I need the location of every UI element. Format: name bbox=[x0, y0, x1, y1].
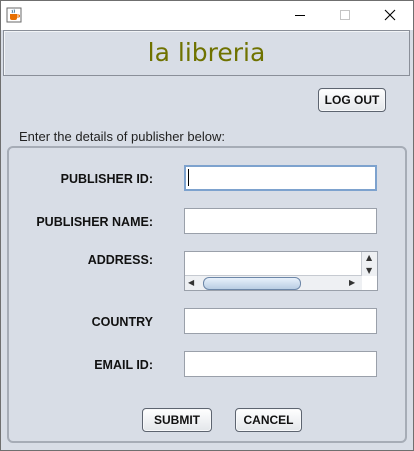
submit-button[interactable]: SUBMIT bbox=[142, 408, 212, 432]
publisher-id-input[interactable] bbox=[184, 165, 377, 191]
title-bar bbox=[1, 1, 413, 30]
address-vertical-scrollbar[interactable]: ▲ ▼ bbox=[361, 252, 377, 276]
java-cup-icon bbox=[6, 7, 22, 23]
scroll-up-icon[interactable]: ▲ bbox=[366, 254, 372, 262]
app-title: la libreria bbox=[147, 38, 266, 67]
text-caret bbox=[188, 169, 189, 186]
email-id-label: EMAIL ID: bbox=[94, 358, 153, 372]
address-textarea[interactable]: ▲ ▼ ◀ ▶ bbox=[184, 251, 378, 291]
publisher-name-input[interactable] bbox=[184, 208, 377, 234]
form-instructions: Enter the details of publisher below: bbox=[19, 129, 225, 144]
app-header: la libreria bbox=[3, 30, 410, 76]
publisher-id-label: PUBLISHER ID: bbox=[60, 172, 153, 186]
scroll-right-icon[interactable]: ▶ bbox=[349, 279, 355, 287]
country-label: COUNTRY bbox=[91, 315, 153, 329]
close-icon bbox=[384, 6, 396, 25]
scroll-thumb[interactable] bbox=[203, 277, 301, 290]
address-label: ADDRESS: bbox=[87, 253, 153, 267]
country-input[interactable] bbox=[184, 308, 377, 334]
minimize-button[interactable] bbox=[277, 1, 322, 30]
minimize-icon bbox=[294, 6, 306, 25]
maximize-icon bbox=[339, 6, 351, 25]
app-window: la libreria LOG OUT Enter the details of… bbox=[0, 0, 414, 451]
close-button[interactable] bbox=[367, 1, 412, 30]
cancel-button[interactable]: CANCEL bbox=[235, 408, 302, 432]
logout-button[interactable]: LOG OUT bbox=[318, 88, 386, 112]
scroll-left-icon[interactable]: ◀ bbox=[188, 279, 194, 287]
scroll-down-icon[interactable]: ▼ bbox=[366, 267, 372, 275]
email-id-input[interactable] bbox=[184, 351, 377, 377]
maximize-button[interactable] bbox=[322, 1, 367, 30]
address-horizontal-scrollbar[interactable]: ◀ ▶ bbox=[185, 275, 362, 290]
publisher-name-label: PUBLISHER NAME: bbox=[36, 215, 153, 229]
